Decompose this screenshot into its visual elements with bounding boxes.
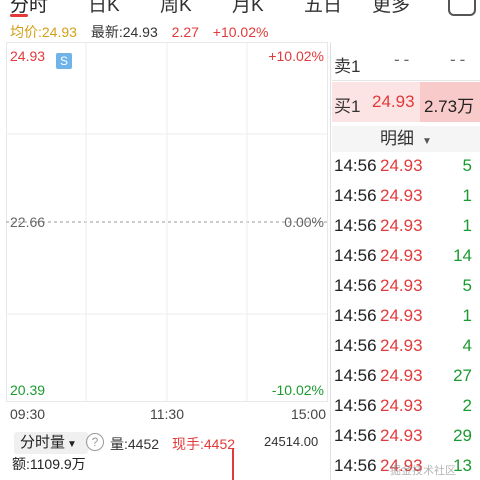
- timeshare-chart[interactable]: 24.93 S +10.02% 22.66 0.00% 20.39 -10.02…: [6, 42, 328, 402]
- current-hand-value: 现手:4452: [172, 436, 236, 452]
- avg-price: 均价:24.93: [10, 24, 77, 40]
- tick-time: 14:56: [334, 156, 377, 175]
- tick-row: 14:56 24.93 1: [332, 306, 480, 335]
- tab-daily-k[interactable]: 日K: [88, 0, 120, 17]
- s-badge-icon: S: [56, 53, 72, 69]
- tab-monthly-k[interactable]: 月K: [232, 0, 264, 17]
- chart-grid: [6, 42, 328, 402]
- price-high-label: 24.93: [10, 48, 46, 64]
- tick-price: 24.93: [380, 306, 423, 325]
- bid-label: 买1: [334, 97, 361, 116]
- bid-price: 24.93: [372, 92, 415, 111]
- pct-mid-label: 0.00%: [284, 214, 324, 230]
- tick-time: 14:56: [334, 366, 377, 385]
- volume-indicator-select[interactable]: 分时量 ▼: [14, 432, 88, 454]
- tick-volume: 1: [462, 306, 472, 325]
- tick-row: 14:56 24.93 29: [332, 426, 480, 455]
- quote-info-line: 均价:24.93 最新:24.93 2.27 +10.02%: [10, 22, 268, 40]
- active-tab-indicator: [10, 14, 28, 17]
- bid-row: 买1 24.93 2.73万: [332, 82, 480, 122]
- tick-price: 24.93: [380, 336, 423, 355]
- ask-label: 卖1: [334, 57, 361, 76]
- tick-volume: 14: [453, 246, 472, 265]
- tab-five-day[interactable]: 五日: [304, 0, 342, 17]
- tick-price: 24.93: [380, 366, 423, 385]
- ask-volume: --: [450, 50, 470, 69]
- volume-indicator-label: 分时量: [20, 434, 66, 451]
- tick-volume: 1: [462, 216, 472, 235]
- tab-more[interactable]: 更多: [372, 0, 410, 17]
- tick-price: 24.93: [380, 276, 423, 295]
- tick-time: 14:56: [334, 306, 377, 325]
- tick-price: 24.93: [380, 216, 423, 235]
- pct-high-label: +10.02%: [268, 48, 324, 64]
- tick-time: 14:56: [334, 276, 377, 295]
- period-tabs: 分时 日K 周K 月K 五日 更多: [0, 0, 480, 17]
- panel-divider: [330, 42, 331, 480]
- bid-volume: 2.73万: [424, 97, 475, 116]
- tab-weekly-k[interactable]: 周K: [160, 0, 192, 17]
- tick-volume: 27: [453, 366, 472, 385]
- price-low-label: 20.39: [10, 382, 46, 398]
- tick-row: 14:56 24.93 5: [332, 156, 480, 185]
- tick-time: 14:56: [334, 186, 377, 205]
- tick-volume: 2: [462, 396, 472, 415]
- tick-volume: 4: [462, 336, 472, 355]
- ask-row: 卖1 -- --: [332, 46, 480, 76]
- volume-bar: [232, 448, 234, 480]
- tick-row: 14:56 24.93 14: [332, 246, 480, 275]
- tick-row: 14:56 24.93 1: [332, 216, 480, 245]
- tick-volume: 5: [462, 156, 472, 175]
- price-change: 2.27: [171, 24, 199, 40]
- watermark-text: 掘金技术社区: [390, 465, 456, 477]
- tick-row: 14:56 24.93 5: [332, 276, 480, 305]
- ask-price: --: [394, 50, 414, 69]
- tick-row: 14:56 24.93 1: [332, 186, 480, 215]
- time-label: 09:30: [10, 406, 46, 422]
- tick-time: 14:56: [334, 426, 377, 445]
- settings-icon[interactable]: [448, 0, 476, 16]
- caret-down-icon: ▼: [422, 136, 432, 147]
- tick-time: 14:56: [334, 396, 377, 415]
- tick-time: 14:56: [334, 456, 377, 475]
- volume-max-label: 24514.00: [264, 434, 319, 449]
- detail-title: 明细: [380, 129, 415, 148]
- tick-row: 14:56 24.93 4: [332, 336, 480, 365]
- time-label: 11:30: [150, 406, 184, 422]
- tick-time: 14:56: [334, 336, 377, 355]
- tick-time: 14:56: [334, 246, 377, 265]
- pct-low-label: -10.02%: [271, 382, 324, 398]
- tick-volume: 1: [462, 186, 472, 205]
- price-mid-label: 22.66: [10, 214, 46, 230]
- latest-price: 最新:24.93: [90, 24, 158, 40]
- tick-time: 14:56: [334, 216, 377, 235]
- caret-down-icon: ▼: [67, 439, 77, 450]
- time-axis: 09:30 11:30 15:00: [10, 406, 326, 424]
- tick-volume: 5: [462, 276, 472, 295]
- help-icon[interactable]: ?: [86, 433, 104, 451]
- divider: [332, 80, 480, 81]
- order-book-panel: 卖1 -- -- 买1 24.93 2.73万 明细 ▼ 14:56 24.93 5 …: [332, 42, 480, 480]
- volume-panel: 分时量 ▼ ? 量:4452 现手:4452 24514.00 额:1109.9万: [6, 428, 328, 480]
- turnover-amount: 额:1109.9万: [12, 456, 86, 472]
- detail-header[interactable]: 明细 ▼: [332, 126, 480, 152]
- tick-volume: 29: [453, 426, 472, 445]
- volume-value: 量:4452: [110, 436, 160, 452]
- tick-row: 14:56 24.93 2: [332, 396, 480, 425]
- time-label: 15:00: [290, 406, 326, 422]
- tick-price: 24.93: [380, 246, 423, 265]
- tick-row: 14:56 24.93 27: [332, 366, 480, 395]
- tick-price: 24.93: [380, 396, 423, 415]
- tick-price: 24.93: [380, 156, 423, 175]
- tick-price: 24.93: [380, 186, 423, 205]
- price-change-pct: +10.02%: [212, 24, 269, 40]
- tick-price: 24.93: [380, 426, 423, 445]
